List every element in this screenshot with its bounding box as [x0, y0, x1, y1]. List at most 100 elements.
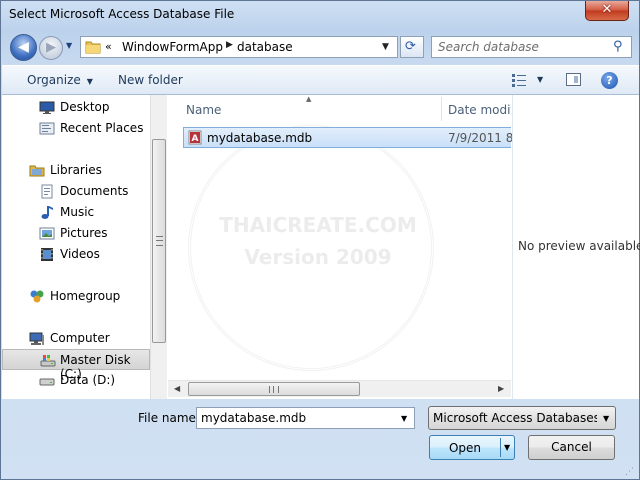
close-icon: ✕ [601, 2, 613, 17]
sidebar-item-label: Data (D:) [60, 373, 116, 387]
preview-pane-icon[interactable] [566, 73, 581, 86]
column-header-date-modified[interactable]: Date modifie [448, 103, 511, 117]
browser-area: Desktop Recent Places Libraries Document… [2, 95, 640, 399]
back-button[interactable]: ◀ [10, 34, 37, 61]
help-icon[interactable]: ? [601, 72, 618, 89]
homegroup-icon [30, 290, 44, 303]
sidebar-item-label: Desktop [60, 100, 110, 114]
address-dropdown-icon[interactable]: ▼ [382, 42, 389, 52]
libraries-icon [29, 165, 45, 177]
sidebar-item-computer[interactable]: Computer [2, 328, 150, 349]
open-label: Open [448, 441, 482, 455]
file-list-horizontal-scrollbar[interactable]: ◀ ▶ [168, 380, 511, 397]
recent-places-icon [39, 122, 55, 135]
file-name-label: File name: [138, 411, 200, 425]
search-box[interactable]: ⚲ [431, 36, 632, 58]
sidebar-item-label: Recent Places [60, 121, 144, 135]
command-bar: Organize ▼ New folder ▼ ? [2, 65, 639, 95]
desktop-icon [39, 101, 55, 114]
organize-button[interactable]: Organize ▼ [27, 73, 93, 87]
navigation-scrollbar[interactable] [150, 95, 167, 399]
organize-label: Organize [27, 73, 81, 87]
open-file-dialog: Select Microsoft Access Database File ✕ … [0, 0, 640, 480]
grip-icon [269, 386, 279, 393]
file-name-combo[interactable]: ▼ [196, 407, 415, 429]
sidebar-item-pictures[interactable]: Pictures [2, 223, 150, 244]
sidebar-item-recent-places[interactable]: Recent Places [2, 118, 150, 139]
pictures-icon [39, 227, 55, 240]
sidebar-item-homegroup[interactable]: Homegroup [2, 286, 150, 307]
music-icon [41, 206, 53, 219]
file-type-filter[interactable]: Microsoft Access Databases (*.m ▼ [428, 406, 616, 430]
scrollbar-thumb[interactable] [152, 139, 166, 343]
videos-icon [41, 248, 53, 261]
file-row[interactable]: A mydatabase.mdb 7/9/2011 8:5 [183, 127, 525, 148]
sidebar-item-data-d[interactable]: Data (D:) [2, 370, 150, 391]
open-options-dropdown-icon[interactable]: ▼ [504, 443, 510, 452]
preview-pane: No preview available. [512, 95, 640, 399]
resize-grip-icon[interactable]: ⋰ [625, 467, 637, 479]
refresh-icon: ⟳ [405, 39, 416, 54]
column-divider[interactable] [441, 97, 442, 121]
preview-message: No preview available. [518, 239, 640, 253]
refresh-button[interactable]: ⟳ [400, 36, 424, 58]
breadcrumb-windowformapp[interactable]: WindowFormApp [122, 40, 223, 54]
svg-text:A: A [192, 134, 199, 144]
breadcrumb-separator-icon[interactable]: ▶ [226, 40, 233, 50]
back-arrow-icon: ◀ [18, 39, 29, 55]
drive-d-icon [39, 378, 55, 386]
column-headers: Name ▲ Date modifie [168, 95, 511, 123]
search-icon[interactable]: ⚲ [613, 39, 623, 54]
computer-icon [29, 332, 44, 345]
folder-icon [85, 41, 101, 54]
sidebar-item-label: Documents [60, 184, 129, 198]
breadcrumb-database[interactable]: database [237, 40, 293, 54]
file-list: THAICREATE.COM Version 2009 Name ▲ Date … [168, 95, 525, 399]
file-name-dropdown-icon[interactable]: ▼ [401, 414, 407, 423]
breadcrumb-overflow-icon[interactable]: « [105, 40, 112, 53]
access-file-icon: A [188, 130, 202, 145]
sidebar-item-label: Libraries [50, 163, 102, 177]
view-options-dropdown-icon[interactable]: ▼ [537, 75, 543, 84]
close-button[interactable]: ✕ [585, 1, 629, 21]
open-button[interactable]: Open ▼ [429, 435, 515, 460]
file-type-filter-value: Microsoft Access Databases (*.m [433, 411, 597, 425]
window-title: Select Microsoft Access Database File [9, 7, 235, 21]
sidebar-item-desktop[interactable]: Desktop [2, 97, 150, 118]
address-bar[interactable]: « WindowFormApp ▶ database ▼ [80, 36, 398, 58]
change-view-icon[interactable] [511, 73, 527, 87]
navigation-pane: Desktop Recent Places Libraries Document… [2, 95, 150, 399]
column-header-name[interactable]: Name [186, 103, 221, 117]
watermark-version: Version 2009 [244, 245, 392, 269]
file-name-input[interactable] [201, 410, 391, 426]
scrollbar-thumb[interactable] [188, 382, 360, 396]
sidebar-item-label: Videos [60, 247, 100, 261]
sidebar-item-label: Pictures [60, 226, 108, 240]
organize-dropdown-icon: ▼ [86, 77, 93, 86]
sort-ascending-icon: ▲ [306, 95, 312, 103]
sidebar-item-music[interactable]: Music [2, 202, 150, 223]
scroll-right-icon[interactable]: ▶ [498, 384, 504, 393]
scroll-left-icon[interactable]: ◀ [174, 384, 180, 393]
search-input[interactable] [438, 39, 608, 55]
forward-arrow-icon: ▶ [46, 40, 56, 55]
file-name: mydatabase.mdb [207, 131, 313, 145]
title-bar: Select Microsoft Access Database File ✕ [1, 1, 639, 29]
sidebar-item-label: Music [60, 205, 95, 219]
sidebar-item-libraries[interactable]: Libraries [2, 160, 150, 181]
split-divider [500, 438, 501, 457]
forward-button[interactable]: ▶ [39, 36, 63, 60]
sidebar-item-videos[interactable]: Videos [2, 244, 150, 265]
documents-icon [41, 184, 53, 199]
sidebar-item-label: Computer [50, 331, 110, 345]
new-folder-button[interactable]: New folder [118, 73, 183, 87]
sidebar-item-label: Homegroup [50, 289, 121, 303]
sidebar-item-documents[interactable]: Documents [2, 181, 150, 202]
sidebar-item-master-disk-c[interactable]: Master Disk (C:) [2, 349, 150, 381]
grip-icon [156, 236, 163, 246]
drive-c-icon [40, 355, 56, 367]
recent-pages-dropdown-icon[interactable]: ▼ [66, 41, 76, 53]
filter-dropdown-icon: ▼ [603, 414, 610, 423]
watermark-text: THAICREATE.COM [219, 213, 417, 237]
cancel-button[interactable]: Cancel [528, 435, 615, 460]
